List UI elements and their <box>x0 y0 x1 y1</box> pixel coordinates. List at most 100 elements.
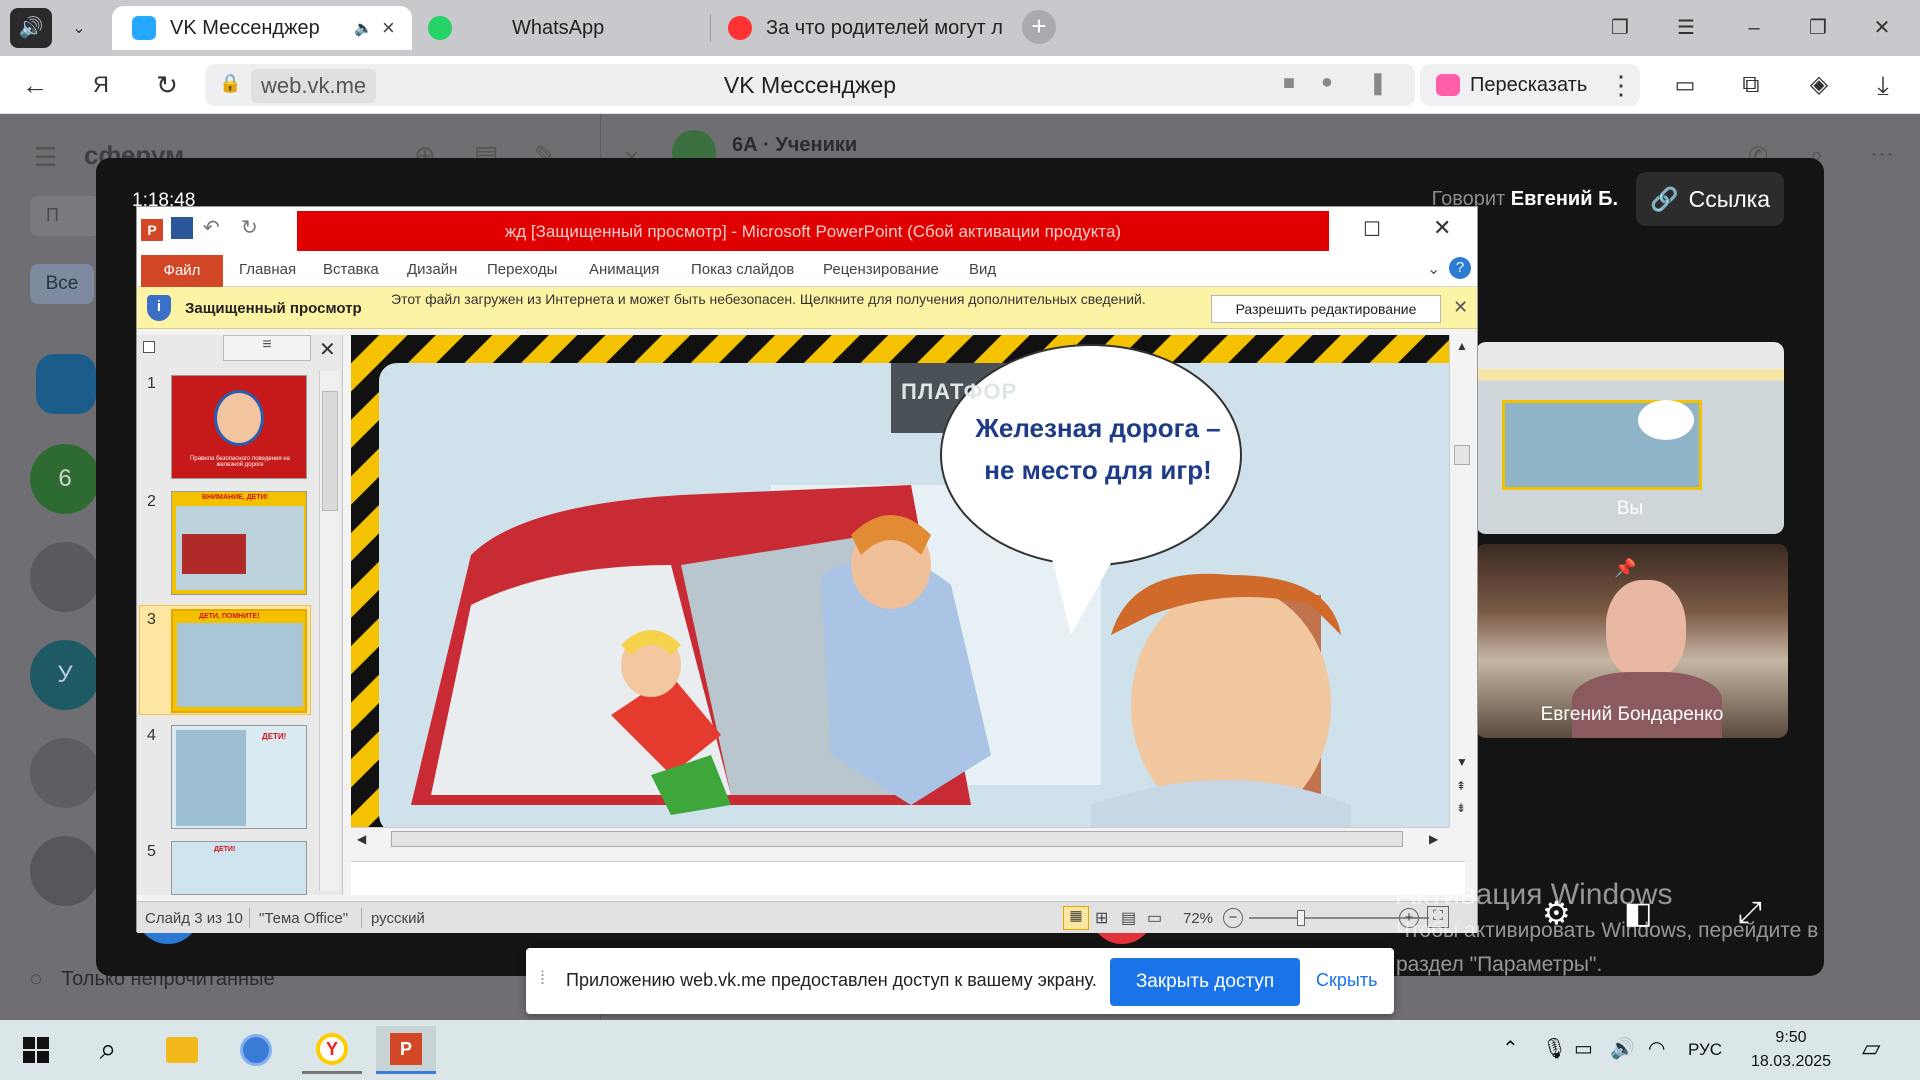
tab-insert[interactable]: Вставка <box>323 261 379 278</box>
thumbnails-tab[interactable] <box>143 341 155 353</box>
zoom-slider-handle[interactable] <box>1297 910 1305 926</box>
notifications-icon[interactable]: ▱ <box>1862 1034 1880 1063</box>
thumbnails-scrollbar[interactable] <box>319 371 339 891</box>
language-label[interactable]: русский <box>371 910 425 927</box>
scroll-thumb[interactable] <box>1454 445 1470 465</box>
taskbar-magnifier-app[interactable] <box>226 1026 286 1074</box>
battery-icon[interactable]: ▭ <box>1574 1036 1593 1061</box>
next-slide-icon[interactable]: ⇟ <box>1456 801 1466 815</box>
tab-review[interactable]: Рецензирование <box>823 261 939 278</box>
microphone-icon[interactable]: ● <box>1321 71 1333 94</box>
sound-button[interactable]: 🔊 <box>10 8 52 48</box>
extension-icon[interactable]: ◈ <box>1802 68 1836 102</box>
taskbar-yandex-browser[interactable]: Y <box>302 1026 362 1074</box>
slide-horizontal-scrollbar[interactable]: ◀ ▶ <box>351 827 1449 851</box>
drag-handle-icon[interactable]: ⁞ <box>540 968 545 989</box>
prev-slide-icon[interactable]: ⇞ <box>1456 779 1466 793</box>
close-icon[interactable]: ✕ <box>1453 297 1468 318</box>
stop-sharing-button[interactable]: Закрыть доступ <box>1110 958 1300 1006</box>
collections-icon[interactable]: ❐ <box>1604 12 1636 44</box>
slide-vertical-scrollbar[interactable]: ▲ ▼ ⇞ ⇟ <box>1449 335 1473 827</box>
reading-view-icon[interactable]: ▤ <box>1121 908 1136 928</box>
camera-icon[interactable]: ■ <box>1283 72 1295 95</box>
avatar[interactable] <box>30 836 100 906</box>
tray-overflow-icon[interactable]: ⌃ <box>1502 1036 1519 1061</box>
battery-saver-icon[interactable]: ▭ <box>1668 68 1702 102</box>
avatar[interactable] <box>30 542 100 612</box>
avatar[interactable]: 6 <box>30 444 100 514</box>
omnibox[interactable]: 🔒 web.vk.me VK Мессенджер ■ ● ❚ <box>205 64 1415 106</box>
tab-view[interactable]: Вид <box>969 261 996 278</box>
slide-thumb-3[interactable]: ДЕТИ, ПОМНИТЕ! <box>171 609 307 713</box>
slide-canvas[interactable]: ПЛАТФОР Железная дорога – не место для и… <box>351 335 1465 827</box>
help-icon[interactable]: ? <box>1449 257 1471 279</box>
search-button[interactable]: ⌕ <box>78 1026 138 1074</box>
yandex-logo-icon[interactable]: Я <box>84 68 118 102</box>
tab-animation[interactable]: Анимация <box>589 261 659 278</box>
input-language[interactable]: РУС <box>1688 1040 1722 1060</box>
hide-notice-button[interactable]: Скрыть <box>1316 970 1377 991</box>
scroll-right-arrow-icon[interactable]: ▶ <box>1429 832 1438 846</box>
normal-view-icon[interactable]: ▦ <box>1063 906 1089 930</box>
hamburger-menu-icon[interactable]: ☰ <box>1670 12 1702 44</box>
taskbar-file-explorer[interactable] <box>152 1026 212 1074</box>
more-vertical-icon[interactable]: ⋮ <box>1604 68 1638 102</box>
zoom-out-icon[interactable]: − <box>1223 908 1243 928</box>
scroll-thumb[interactable] <box>391 831 1403 847</box>
close-pane-icon[interactable]: ✕ <box>319 337 336 362</box>
save-icon[interactable] <box>171 217 193 239</box>
tab-home[interactable]: Главная <box>239 261 296 278</box>
avatar[interactable]: У <box>30 640 100 710</box>
tab-slideshow[interactable]: Показ слайдов <box>691 261 794 278</box>
notes-pane[interactable] <box>351 861 1465 895</box>
participant-video-tile[interactable]: 📌 Евгений Бондаренко <box>1476 544 1788 738</box>
tab-transitions[interactable]: Переходы <box>487 261 557 278</box>
slide-thumb-4[interactable]: ДЕТИ! <box>171 725 307 829</box>
tab-vk-messenger[interactable]: VK Мессенджер 🔈 × <box>112 6 412 50</box>
call-link-button[interactable]: 🔗 Ссылка <box>1636 172 1784 226</box>
ribbon-collapse-icon[interactable]: ⌄ <box>1427 259 1440 279</box>
close-window-button[interactable]: ✕ <box>1866 12 1898 44</box>
tabs-menu-button[interactable]: ⌄ <box>64 14 94 44</box>
copy-icon[interactable]: ⧉ <box>1734 68 1768 102</box>
tab-design[interactable]: Дизайн <box>407 261 457 278</box>
slideshow-icon[interactable]: ▭ <box>1147 908 1162 928</box>
protected-view-message[interactable]: Этот файл загружен из Интернета и может … <box>391 290 1191 308</box>
new-tab-button[interactable]: + <box>1022 10 1056 44</box>
ppt-close-button[interactable]: ✕ <box>1433 215 1451 241</box>
tab-whatsapp[interactable]: WhatsApp <box>428 6 698 50</box>
redo-icon[interactable]: ↻ <box>241 215 258 240</box>
start-button[interactable] <box>6 1026 66 1074</box>
more-horizontal-icon[interactable]: ⋯ <box>1870 140 1894 169</box>
scroll-left-arrow-icon[interactable]: ◀ <box>357 832 366 846</box>
ppt-maximize-button[interactable]: ☐ <box>1363 217 1381 242</box>
taskbar-powerpoint[interactable]: P <box>376 1026 436 1074</box>
close-icon[interactable]: × <box>382 15 395 41</box>
search-input[interactable]: П <box>30 196 100 236</box>
bookmark-icon[interactable]: ❚ <box>1369 70 1387 96</box>
slide-thumb-2[interactable]: ВНИМАНИЕ, ДЕТИ! <box>171 491 307 595</box>
slide-thumb-1[interactable]: Правила безопасного поведения на железно… <box>171 375 307 479</box>
avatar[interactable] <box>36 354 96 414</box>
minimize-button[interactable]: – <box>1738 12 1770 44</box>
pin-icon[interactable]: 📌 <box>1614 558 1636 579</box>
scroll-thumb[interactable] <box>322 391 338 511</box>
back-arrow-icon[interactable]: ← <box>18 68 52 102</box>
undo-icon[interactable]: ↶ <box>203 215 220 240</box>
scroll-up-arrow-icon[interactable]: ▲ <box>1456 339 1468 353</box>
refresh-icon[interactable]: ↻ <box>150 68 184 102</box>
microphone-tray-icon[interactable]: 🎙 <box>1542 1036 1567 1061</box>
download-icon[interactable]: ⤓ <box>1866 68 1900 102</box>
volume-icon[interactable]: 🔊 <box>1610 1036 1635 1061</box>
slide-sorter-icon[interactable]: ⊞ <box>1095 908 1108 928</box>
tab-yandex-article[interactable]: За что родителей могут л <box>728 6 1010 50</box>
restore-button[interactable]: ❐ <box>1802 12 1834 44</box>
slide-thumb-5[interactable]: ДЕТИ! <box>171 841 307 895</box>
tab-file[interactable]: Файл <box>141 255 223 287</box>
taskbar-clock[interactable]: 9:50 18.03.2025 <box>1736 1026 1846 1074</box>
outline-tab[interactable]: ≡ <box>223 335 311 361</box>
avatar[interactable] <box>30 738 100 808</box>
scroll-down-arrow-icon[interactable]: ▼ <box>1456 755 1468 769</box>
wifi-icon[interactable]: ◠ <box>1648 1036 1665 1061</box>
menu-icon[interactable]: ☰ <box>34 142 57 173</box>
